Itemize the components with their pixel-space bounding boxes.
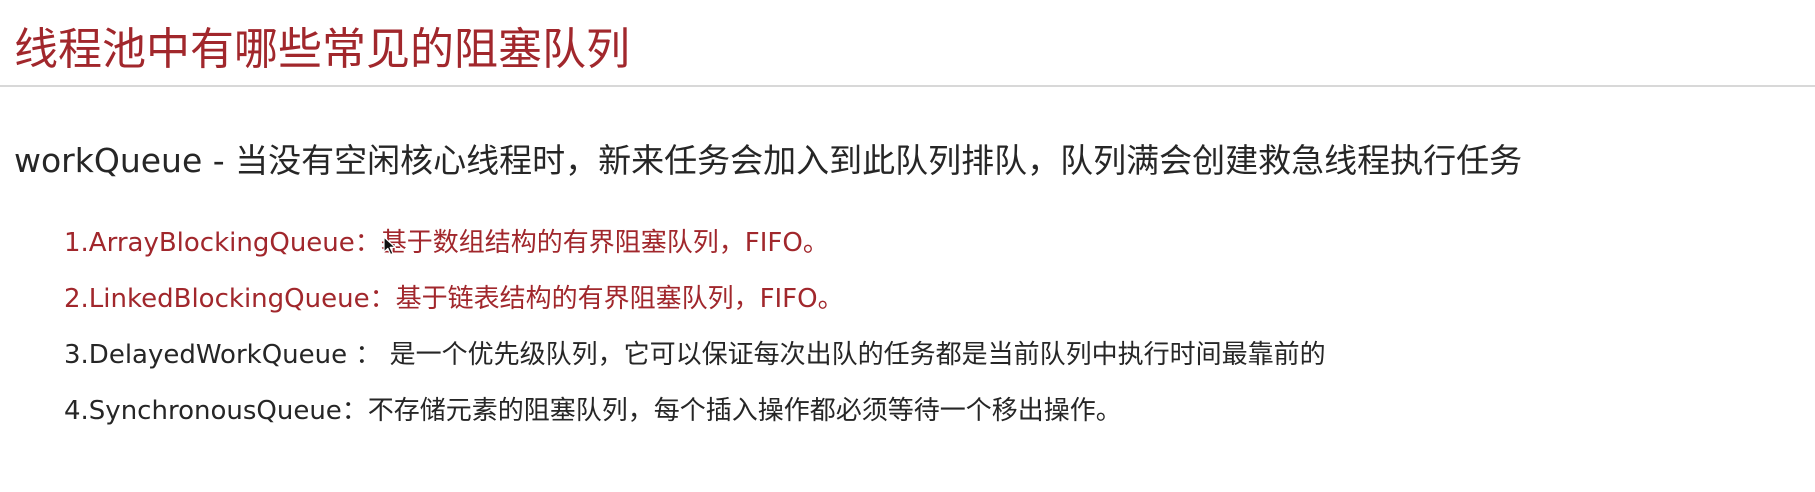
blocking-queue-list: 1.ArrayBlockingQueue：基于数组结构的有界阻塞队列，FIFO。… (64, 225, 1326, 449)
title-divider (0, 85, 1815, 87)
list-item-delayed-work-queue: 3.DelayedWorkQueue ： 是一个优先级队列，它可以保证每次出队的… (64, 340, 1326, 370)
list-item-synchronous-queue: 4.SynchronousQueue：不存储元素的阻塞队列，每个插入操作都必须等… (64, 396, 1122, 426)
page-title: 线程池中有哪些常见的阻塞队列 (14, 24, 630, 75)
list-item-linked-blocking-queue: 2.LinkedBlockingQueue：基于链表结构的有界阻塞队列，FIFO… (64, 284, 844, 314)
list-item-array-blocking-queue: 1.ArrayBlockingQueue：基于数组结构的有界阻塞队列，FIFO。 (64, 228, 829, 258)
mouse-pointer-icon (383, 236, 396, 256)
workqueue-description: workQueue - 当没有空闲核心线程时，新来任务会加入到此队列排队，队列满… (14, 141, 1523, 180)
slide: 线程池中有哪些常见的阻塞队列 workQueue - 当没有空闲核心线程时，新来… (0, 0, 1815, 492)
